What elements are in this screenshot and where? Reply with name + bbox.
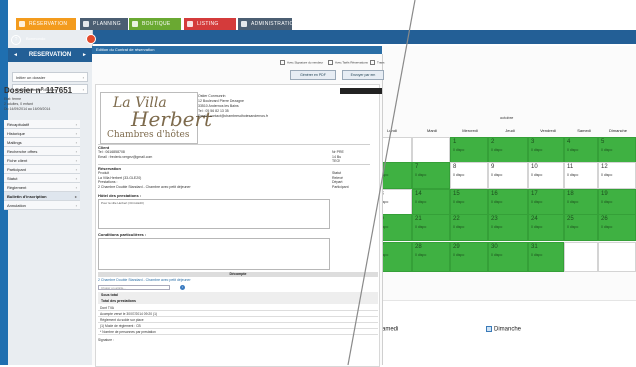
page-fold-line	[347, 0, 416, 365]
